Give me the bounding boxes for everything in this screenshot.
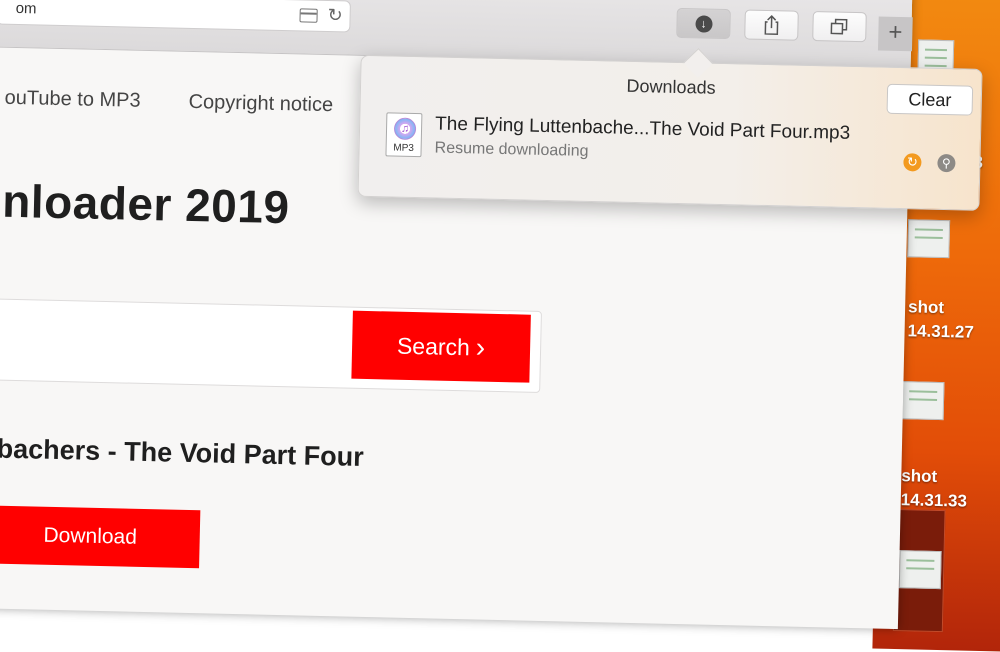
screen: 3 shot 14.31.27 shot 14.31.33 om ↻ ↓ xyxy=(0,0,1000,652)
address-bar[interactable]: om ↻ xyxy=(0,0,351,33)
desktop-file-label[interactable]: shot 14.31.27 xyxy=(907,295,974,344)
page-title: nloader 2019 xyxy=(1,174,291,234)
magnifier-icon[interactable]: ⚲ xyxy=(937,153,956,173)
downloads-button[interactable]: ↓ xyxy=(676,7,731,40)
tab-overview-icon xyxy=(830,18,848,35)
url-text[interactable]: om xyxy=(16,0,37,17)
mp3-file-icon: ♫ MP3 xyxy=(385,112,423,158)
downloads-popover: Downloads Clear ♫ MP3 The Flying Luttenb… xyxy=(357,54,983,211)
desktop-file-label[interactable]: shot 14.31.33 xyxy=(900,464,968,513)
download-status: Resume downloading xyxy=(434,139,589,160)
share-button[interactable] xyxy=(744,9,799,41)
nav-item-copyright-notice[interactable]: Copyright notice xyxy=(188,91,333,117)
reload-icon[interactable]: ↻ xyxy=(327,5,343,26)
search-button[interactable]: Search › xyxy=(351,310,531,383)
new-tab-button[interactable]: + xyxy=(877,16,913,52)
search-button-label: Search xyxy=(396,332,471,360)
download-button[interactable]: Download xyxy=(0,505,201,569)
download-arrow-circle-icon: ↓ xyxy=(694,14,713,33)
music-note-icon: ♫ xyxy=(393,117,417,141)
search-form: Search › xyxy=(0,298,542,393)
file-type-label: MP3 xyxy=(393,142,415,155)
chevron-right-icon: › xyxy=(475,331,486,363)
desktop-file-thumbnail[interactable] xyxy=(907,219,951,259)
tab-overview-button[interactable] xyxy=(812,11,867,43)
desktop-file-thumbnail[interactable] xyxy=(901,381,945,421)
desktop-selected-file[interactable] xyxy=(892,509,946,633)
reader-view-icon[interactable] xyxy=(299,8,318,23)
desktop-file-label-line2: 14.31.27 xyxy=(907,321,974,342)
search-input[interactable] xyxy=(0,299,345,388)
desktop-file-label-line1: shot xyxy=(907,297,945,318)
desktop-file-label-line1: shot xyxy=(901,466,938,486)
resume-icon[interactable]: ↻ xyxy=(903,153,922,172)
share-icon xyxy=(764,15,779,35)
song-title: bachers - The Void Part Four xyxy=(0,433,365,472)
desktop-file-thumbnail xyxy=(898,550,942,590)
clear-button[interactable]: Clear xyxy=(886,83,974,116)
nav-item-youtube-to-mp3[interactable]: ouTube to MP3 xyxy=(4,87,140,113)
browser-window: om ↻ ↓ + ouTube to MP3 Copyright notice … xyxy=(0,0,983,630)
